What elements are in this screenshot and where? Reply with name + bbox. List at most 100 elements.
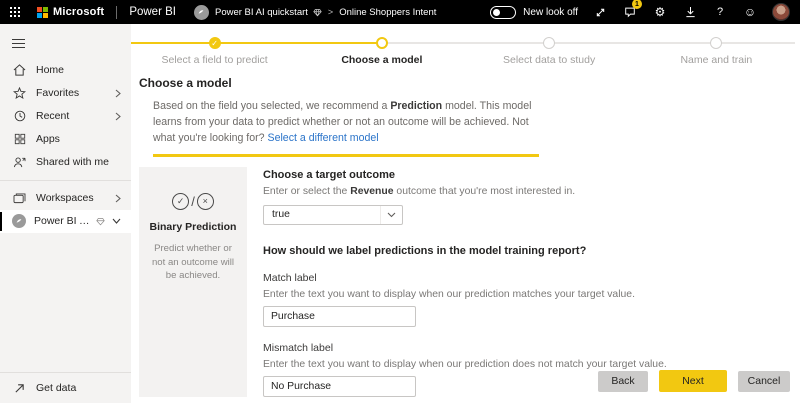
settings-gear-icon[interactable]: ⚙	[652, 4, 668, 20]
desc-text: Enter or select the	[263, 186, 350, 197]
mismatch-label-input[interactable]	[263, 376, 416, 397]
step-upcoming-dot-icon	[543, 37, 555, 49]
sidebar-item-apps[interactable]: Apps	[0, 128, 131, 151]
star-icon	[12, 87, 27, 99]
chevron-down-icon[interactable]	[112, 218, 121, 224]
sidebar-item-shared-with-me[interactable]: Shared with me	[0, 151, 131, 174]
binary-prediction-model-card[interactable]: ✓/× Binary Prediction Predict whether or…	[139, 167, 247, 397]
microsoft-logo	[37, 7, 48, 18]
help-icon[interactable]: ?	[712, 4, 728, 20]
apps-grid-icon	[12, 133, 27, 145]
gem-icon	[96, 217, 105, 226]
breadcrumb: Power BI AI quickstart > Online Shoppers…	[194, 5, 436, 20]
next-button[interactable]: Next	[659, 370, 727, 392]
brand-label: Microsoft	[53, 6, 104, 18]
match-label-input[interactable]	[263, 306, 416, 327]
labels-section-heading: How should we label predictions in the m…	[263, 245, 667, 257]
select-different-model-link[interactable]: Select a different model	[268, 132, 379, 144]
slash-icon: /	[191, 194, 195, 209]
notifications-icon[interactable]: 1	[622, 4, 638, 20]
desc-bold-revenue: Revenue	[350, 186, 393, 197]
target-outcome-heading: Choose a target outcome	[263, 169, 667, 181]
step-name-and-train[interactable]: Name and train	[633, 36, 800, 66]
step-select-field-to-predict[interactable]: Select a field to predict	[131, 36, 298, 66]
arrow-up-right-icon	[12, 383, 27, 394]
sidebar-item-home[interactable]: Home	[0, 59, 131, 82]
nav-actions: New look off 1 ⚙ ? ☺	[490, 3, 790, 21]
intro-text: Based on the field you selected, we reco…	[153, 100, 390, 112]
sidebar-item-label: Recent	[36, 110, 115, 122]
step-label: Choose a model	[341, 54, 422, 66]
sidebar-item-current-workspace[interactable]: Power BI AI q...	[0, 210, 131, 233]
dropdown-selected-value: true	[264, 209, 380, 220]
notifications-badge: 1	[632, 0, 642, 9]
page-title: Choose a model	[139, 76, 800, 90]
sidebar-item-favorites[interactable]: Favorites	[0, 82, 131, 105]
sidebar-item-label: Shared with me	[36, 156, 121, 168]
main-content: Select a field to predict Choose a model…	[131, 24, 800, 403]
feedback-smiley-icon[interactable]: ☺	[742, 4, 758, 20]
wizard-footer: Back Next Cancel	[598, 370, 790, 392]
top-nav-bar: Microsoft Power BI Power BI AI quickstar…	[0, 0, 800, 24]
download-icon[interactable]	[682, 4, 698, 20]
workspaces-icon	[12, 193, 27, 204]
sidebar-item-recent[interactable]: Recent	[0, 105, 131, 128]
check-circle-icon: ✓	[172, 193, 189, 210]
model-card-name: Binary Prediction	[147, 221, 239, 233]
target-outcome-dropdown[interactable]: true	[263, 205, 403, 225]
hamburger-menu-icon[interactable]	[0, 30, 131, 59]
clock-icon	[12, 110, 27, 122]
sidebar-divider	[0, 180, 131, 181]
profile-avatar[interactable]	[772, 3, 790, 21]
left-sidebar: Home Favorites Recent Apps	[0, 24, 131, 403]
breadcrumb-page: Online Shoppers Intent	[339, 7, 436, 18]
breadcrumb-separator: >	[328, 7, 333, 17]
mismatch-label-title: Mismatch label	[263, 342, 667, 354]
sidebar-item-label: Power BI AI q...	[34, 215, 96, 227]
sidebar-item-label: Favorites	[36, 87, 115, 99]
step-choose-a-model[interactable]: Choose a model	[298, 36, 465, 66]
desc-text: outcome that you're most interested in.	[394, 186, 576, 197]
intro-bold-prediction: Prediction	[390, 100, 442, 112]
step-label: Name and train	[680, 54, 752, 66]
people-icon	[12, 156, 27, 168]
accent-divider	[153, 154, 539, 157]
target-outcome-description: Enter or select the Revenue outcome that…	[263, 186, 667, 197]
chevron-right-icon	[115, 89, 121, 98]
get-data-button[interactable]: Get data	[0, 373, 131, 403]
x-circle-icon: ×	[197, 193, 214, 210]
step-label: Select a field to predict	[162, 54, 268, 66]
workspace-avatar	[12, 214, 26, 228]
expand-icon[interactable]	[592, 4, 608, 20]
match-label-title: Match label	[263, 272, 667, 284]
step-label: Select data to study	[503, 54, 595, 66]
waffle-menu-icon[interactable]	[10, 7, 21, 18]
new-look-label: New look off	[523, 7, 578, 18]
sidebar-footer: Get data	[0, 372, 131, 403]
step-current-dot-icon	[376, 37, 388, 49]
chevron-down-icon	[380, 206, 402, 224]
get-data-label: Get data	[36, 382, 121, 394]
sidebar-item-label: Home	[36, 64, 121, 76]
chevron-right-icon	[115, 194, 121, 203]
nav-divider	[116, 6, 117, 19]
cancel-button[interactable]: Cancel	[738, 371, 790, 392]
chevron-right-icon	[115, 112, 121, 121]
product-label[interactable]: Power BI	[129, 6, 176, 18]
new-look-toggle-group: New look off	[490, 6, 578, 19]
home-icon	[12, 64, 27, 76]
sidebar-item-label: Workspaces	[36, 192, 115, 204]
step-completed-check-icon	[209, 37, 221, 49]
model-recommendation-text: Based on the field you selected, we reco…	[153, 99, 549, 147]
sidebar-item-label: Apps	[36, 133, 121, 145]
workspace-avatar	[194, 5, 209, 20]
breadcrumb-workspace[interactable]: Power BI AI quickstart	[215, 7, 308, 18]
back-button[interactable]: Back	[598, 371, 648, 392]
mismatch-label-description: Enter the text you want to display when …	[263, 359, 667, 370]
match-label-description: Enter the text you want to display when …	[263, 289, 667, 300]
sidebar-item-workspaces[interactable]: Workspaces	[0, 187, 131, 210]
new-look-toggle[interactable]	[490, 6, 516, 19]
wizard-stepper: Select a field to predict Choose a model…	[131, 24, 800, 68]
step-select-data-to-study[interactable]: Select data to study	[466, 36, 633, 66]
model-config-form: Choose a target outcome Enter or select …	[263, 167, 667, 397]
